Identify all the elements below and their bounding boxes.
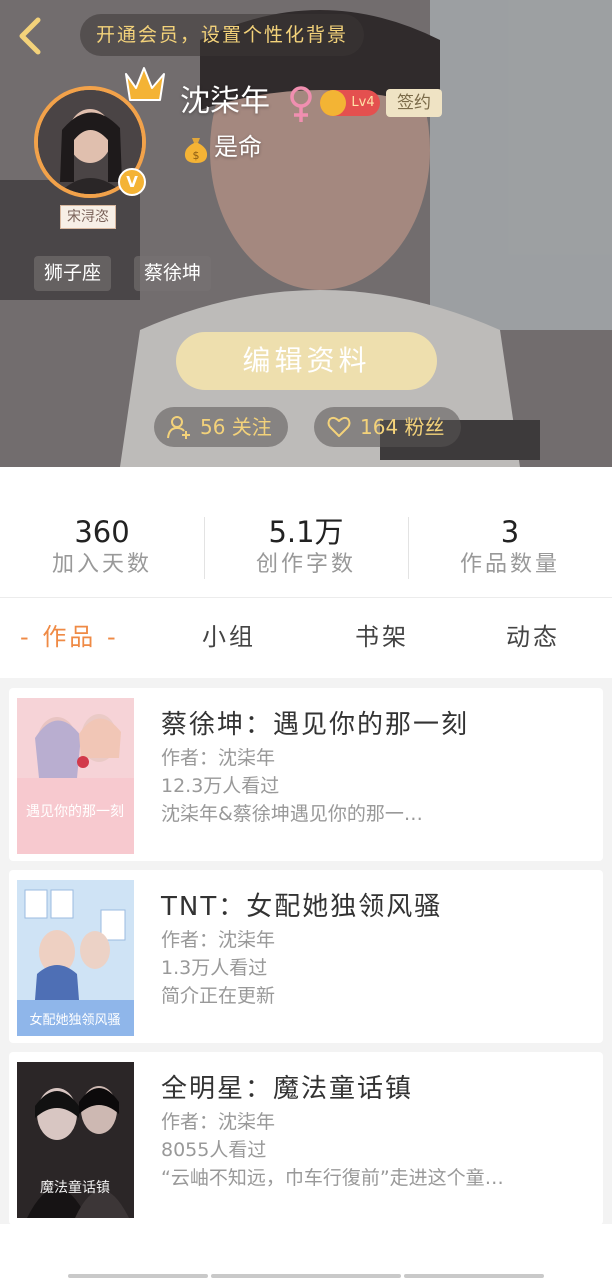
- add-user-icon: [167, 416, 190, 439]
- book-title: 蔡徐坤：遇见你的那一刻: [161, 710, 470, 740]
- book-card[interactable]: 魔法童话镇 全明星：魔法童话镇 作者：沈柒年 8055人看过 “云岫不知远，巾车…: [9, 1052, 603, 1225]
- book-card[interactable]: 遇见你的那一刻 蔡徐坤：遇见你的那一刻 作者：沈柒年 12.3万人看过 沈柒年&…: [9, 688, 603, 861]
- crown-icon: [125, 67, 165, 101]
- svg-text:$: $: [193, 149, 200, 162]
- stat-value: 5.1万: [268, 515, 344, 549]
- cover-title: 遇见你的那一刻: [26, 804, 124, 820]
- tag-zodiac[interactable]: 狮子座: [34, 256, 112, 291]
- level-text: Lv4: [351, 95, 375, 110]
- book-cover: 女配她独领风骚: [17, 880, 134, 1036]
- book-author: 作者：沈柒年: [161, 1111, 276, 1133]
- username: 沈柒年: [180, 84, 270, 119]
- book-views: 8055人看过: [161, 1139, 267, 1161]
- tab-groups[interactable]: 小组: [202, 620, 256, 654]
- back-icon[interactable]: [14, 16, 48, 56]
- book-summary: “云岫不知远，巾车行復前”走进这个童…: [161, 1167, 504, 1189]
- cover-title: 女配她独领风骚: [29, 1012, 120, 1028]
- edit-profile-button[interactable]: 编辑资料: [176, 332, 437, 390]
- signed-badge: 签约: [386, 89, 442, 117]
- heart-icon: [327, 416, 351, 437]
- stat-join-days: 360 加入天数: [0, 515, 204, 581]
- book-cover: 魔法童话镇: [17, 1062, 134, 1218]
- tab-label: 作品: [42, 623, 97, 651]
- follow-count-button[interactable]: 56 关注: [154, 407, 288, 447]
- tab-bookshelf[interactable]: 书架: [355, 620, 409, 654]
- tab-bar: - 作品 - 小组 书架 动态: [0, 598, 612, 678]
- stat-label: 创作字数: [255, 552, 356, 577]
- cover-title: 魔法童话镇: [40, 1179, 110, 1196]
- user-motto: 是命: [214, 133, 262, 161]
- book-views: 1.3万人看过: [161, 957, 268, 979]
- profile-header: 开通会员，设置个性化背景 V 宋浔恣 沈柒年 Lv4 签约 $ 是命 狮子座 蔡…: [0, 0, 612, 467]
- female-icon: [290, 86, 312, 122]
- stat-value: 360: [74, 515, 130, 549]
- tab-feed[interactable]: 动态: [506, 620, 560, 654]
- book-title: TNT：女配她独领风骚: [161, 892, 443, 922]
- home-indicator: [404, 1274, 544, 1278]
- home-indicator: [68, 1274, 208, 1278]
- stat-value: 3: [500, 515, 520, 549]
- tab-active-dash: -: [106, 623, 119, 651]
- book-views: 12.3万人看过: [161, 775, 280, 797]
- stat-works-count: 3 作品数量: [408, 515, 612, 581]
- book-author: 作者：沈柒年: [161, 747, 276, 769]
- follow-count-label: 56 关注: [200, 415, 272, 439]
- stats-row: 360 加入天数 5.1万 创作字数 3 作品数量: [0, 467, 612, 597]
- book-cover: 遇见你的那一刻: [17, 698, 134, 854]
- book-summary: 简介正在更新: [161, 985, 276, 1007]
- level-crown-icon: [320, 90, 346, 116]
- tab-active-dash: -: [20, 623, 32, 651]
- level-badge: Lv4: [320, 90, 380, 116]
- avatar-name-tag: 宋浔恣: [60, 205, 116, 229]
- tab-works[interactable]: - 作品 -: [20, 620, 119, 654]
- fans-count-button[interactable]: 164 粉丝: [314, 407, 461, 447]
- vip-banner[interactable]: 开通会员，设置个性化背景: [80, 14, 365, 56]
- header-overlay: [0, 0, 612, 467]
- works-list: 遇见你的那一刻 蔡徐坤：遇见你的那一刻 作者：沈柒年 12.3万人看过 沈柒年&…: [0, 678, 612, 1225]
- bottom-area: [0, 1224, 612, 1280]
- home-indicator: [211, 1274, 401, 1278]
- book-card[interactable]: 女配她独领风骚 TNT：女配她独领风骚 作者：沈柒年 1.3万人看过 简介正在更…: [9, 870, 603, 1043]
- fans-count-label: 164 粉丝: [360, 415, 445, 439]
- money-bag-icon: $: [184, 138, 208, 163]
- book-author: 作者：沈柒年: [161, 929, 276, 951]
- verified-badge: V: [118, 168, 146, 196]
- stat-label: 加入天数: [51, 552, 152, 577]
- tag-idol[interactable]: 蔡徐坤: [134, 256, 212, 291]
- stat-label: 作品数量: [459, 552, 560, 577]
- book-title: 全明星：魔法童话镇: [161, 1074, 414, 1104]
- book-summary: 沈柒年&蔡徐坤遇见你的那一…: [161, 803, 423, 825]
- stat-word-count: 5.1万 创作字数: [204, 515, 408, 581]
